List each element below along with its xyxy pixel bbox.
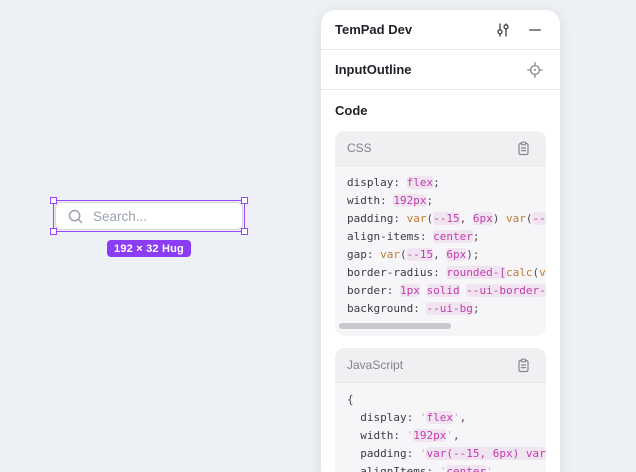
css-code[interactable]: display: flex;width: 192px;padding: var(… (335, 166, 546, 320)
javascript-code[interactable]: { display: 'flex', width: '192px', paddi… (335, 383, 546, 472)
code-section: Code CSS display: flex;width: 192px;padd… (321, 90, 560, 472)
sliders-icon[interactable] (492, 19, 514, 41)
component-row: InputOutline (321, 50, 560, 90)
panel-header: TemPad Dev (321, 10, 560, 50)
dimension-badge: 192 × 32 Hug (107, 240, 191, 257)
css-block-header: CSS (335, 131, 546, 166)
javascript-block-label: JavaScript (347, 358, 512, 372)
selection-handle-bottom-right[interactable] (241, 228, 248, 235)
clipboard-copy-icon[interactable] (512, 354, 534, 376)
panel-title: TemPad Dev (335, 22, 492, 37)
javascript-block-header: JavaScript (335, 348, 546, 383)
selection-handle-top-right[interactable] (241, 197, 248, 204)
code-section-title: Code (335, 103, 546, 118)
clipboard-copy-icon[interactable] (512, 137, 534, 159)
css-block-label: CSS (347, 141, 512, 155)
search-input[interactable]: Search... (55, 202, 243, 230)
horizontal-scrollbar (339, 323, 534, 329)
css-code-block: CSS display: flex;width: 192px;padding: … (335, 131, 546, 336)
search-placeholder: Search... (93, 209, 147, 224)
search-icon (67, 208, 84, 225)
minimize-icon[interactable] (524, 19, 546, 41)
scrollbar-thumb[interactable] (339, 323, 451, 329)
crosshair-icon[interactable] (524, 59, 546, 81)
selection-handle-top-left[interactable] (50, 197, 57, 204)
tempad-dev-panel: TemPad Dev InputOutline (321, 10, 560, 472)
selection-handle-bottom-left[interactable] (50, 228, 57, 235)
javascript-code-block: JavaScript { display: 'flex', width: '19… (335, 348, 546, 472)
selection-box[interactable]: Search... (53, 200, 245, 232)
component-name: InputOutline (335, 62, 524, 77)
